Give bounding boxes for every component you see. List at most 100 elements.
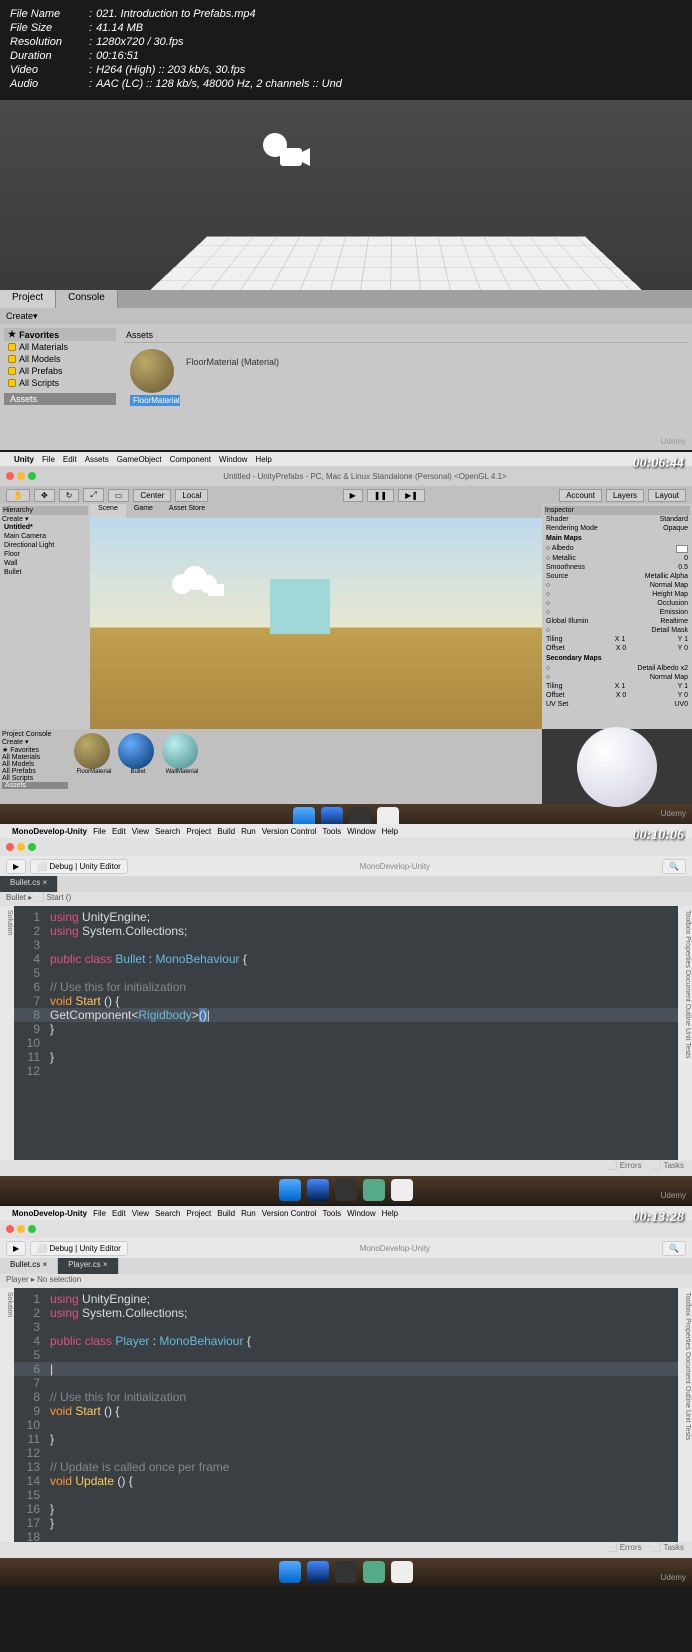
unity-scene-view[interactable] (0, 100, 692, 290)
center-toggle[interactable]: Center (133, 489, 171, 502)
dock-finder-icon[interactable] (279, 1179, 301, 1201)
hier-directional-light[interactable]: Directional Light (2, 541, 88, 550)
menu-edit[interactable]: Edit (112, 827, 126, 836)
smoothness-value[interactable]: 0.5 (678, 564, 688, 571)
maximize-button[interactable] (28, 843, 36, 851)
menu-window[interactable]: Window (219, 455, 247, 464)
code-line[interactable]: 4public class Bullet : MonoBehaviour { (14, 952, 678, 966)
metallic-value[interactable]: 0 (684, 555, 688, 562)
line-text[interactable] (50, 1320, 678, 1334)
render-mode-value[interactable]: Opaque (663, 525, 688, 532)
pad-toolbox[interactable]: Toolbox (684, 910, 691, 934)
pad-toolbox[interactable]: Toolbox (684, 1292, 691, 1316)
tasks-pad[interactable]: ⬜ Tasks (652, 1161, 685, 1175)
code-area-4[interactable]: 1using UnityEngine;2using System.Collect… (14, 1288, 678, 1542)
run-button[interactable]: ▶ (6, 859, 26, 874)
tree-item-2-3[interactable]: All Scripts (2, 775, 68, 782)
code-line[interactable]: 2using System.Collections; (14, 1306, 678, 1320)
tab-project-2[interactable]: Project (2, 731, 24, 738)
dock-safari-icon[interactable] (307, 1561, 329, 1583)
scene-view[interactable]: Scene Game Asset Store (90, 504, 542, 729)
normal-map-row[interactable]: ○ Normal Map (544, 581, 690, 590)
code-line[interactable]: 4public class Player : MonoBehaviour { (14, 1334, 678, 1348)
close-button[interactable] (6, 1225, 14, 1233)
minimize-button[interactable] (17, 472, 25, 480)
offset-y[interactable]: Y 0 (678, 645, 688, 652)
line-text[interactable]: } (50, 1432, 678, 1446)
tab-bullet-cs[interactable]: Bullet.cs × (0, 876, 58, 892)
pad-unit-tests[interactable]: Unit Tests (684, 1028, 691, 1059)
maximize-button[interactable] (28, 1225, 36, 1233)
code-line[interactable]: 17} (14, 1516, 678, 1530)
line-text[interactable] (50, 1348, 678, 1362)
menu-project[interactable]: Project (186, 827, 211, 836)
dock-unity-icon[interactable] (335, 1561, 357, 1583)
line-text[interactable]: using UnityEngine; (50, 910, 678, 924)
sidebar-solution[interactable]: Solution (0, 906, 14, 1160)
tiling-y[interactable]: Y 1 (678, 636, 688, 643)
errors-pad[interactable]: ⬜ Errors (608, 1543, 642, 1557)
menu-project[interactable]: Project (186, 1209, 211, 1218)
line-text[interactable] (50, 1446, 678, 1460)
tree-all-models[interactable]: All Models (4, 353, 116, 365)
scene-name[interactable]: Untitled* (2, 523, 88, 532)
dock-unity-icon[interactable] (335, 1179, 357, 1201)
code-line[interactable]: 12 (14, 1064, 678, 1078)
line-text[interactable]: using UnityEngine; (50, 1292, 678, 1306)
debug-config[interactable]: ⬜ Debug | Unity Editor (30, 859, 128, 874)
line-text[interactable]: } (50, 1050, 678, 1064)
asset-wall-material[interactable]: WallMaterial (162, 733, 202, 800)
scene-cube[interactable] (270, 579, 330, 634)
material-asset[interactable]: FloorMaterial (130, 349, 180, 406)
asset-floor-material[interactable]: FloorMaterial (74, 733, 114, 800)
menu-help[interactable]: Help (382, 827, 398, 836)
code-line[interactable]: 18 (14, 1530, 678, 1544)
hierarchy-create[interactable]: Create ▾ (2, 515, 88, 523)
dock-safari-icon[interactable] (307, 1179, 329, 1201)
asset-bullet[interactable]: Bullet (118, 733, 158, 800)
errors-pad[interactable]: ⬜ Errors (608, 1161, 642, 1175)
tiling2-x[interactable]: X 1 (615, 683, 626, 690)
code-line[interactable]: 10 (14, 1418, 678, 1432)
close-button[interactable] (6, 472, 14, 480)
close-button[interactable] (6, 843, 14, 851)
breadcrumb-4[interactable]: Player ▸ No selection (0, 1274, 692, 1288)
menu-build[interactable]: Build (217, 827, 235, 836)
code-line[interactable]: 13 // Update is called once per frame (14, 1460, 678, 1474)
menu-help[interactable]: Help (255, 455, 271, 464)
search-box[interactable]: 🔍 (662, 1241, 686, 1256)
uvset-value[interactable]: UV0 (674, 701, 688, 708)
minimize-button[interactable] (17, 843, 25, 851)
run-button[interactable]: ▶ (6, 1241, 26, 1256)
account-dropdown[interactable]: Account (559, 489, 602, 502)
tab-game[interactable]: Game (126, 504, 161, 518)
code-line[interactable]: 2using System.Collections; (14, 924, 678, 938)
line-text[interactable] (50, 938, 678, 952)
favorites-2[interactable]: ★ Favorites (2, 746, 68, 754)
assets-folder[interactable]: Assets (4, 393, 116, 405)
create-2[interactable]: Create ▾ (2, 738, 68, 746)
tree-item-2-2[interactable]: All Prefabs (2, 768, 68, 775)
menu-assets[interactable]: Assets (85, 455, 109, 464)
shader-value[interactable]: Standard (660, 516, 688, 523)
code-area[interactable]: 1using UnityEngine;2using System.Collect… (14, 906, 678, 1160)
dock-trash-icon[interactable] (391, 1561, 413, 1583)
line-text[interactable]: void Start () { (50, 994, 678, 1008)
offset-x[interactable]: X 0 (616, 645, 627, 652)
menu-monodevelop[interactable]: MonoDevelop-Unity (12, 827, 87, 836)
line-text[interactable] (50, 1488, 678, 1502)
menu-version-control[interactable]: Version Control (262, 1209, 317, 1218)
local-toggle[interactable]: Local (175, 489, 208, 502)
tab-player-cs[interactable]: Player.cs × (58, 1258, 118, 1274)
menu-run[interactable]: Run (241, 1209, 256, 1218)
pad-unit-tests[interactable]: Unit Tests (684, 1410, 691, 1441)
code-line[interactable]: 1using UnityEngine; (14, 910, 678, 924)
line-text[interactable]: } (50, 1022, 678, 1036)
menu-help[interactable]: Help (382, 1209, 398, 1218)
menu-version-control[interactable]: Version Control (262, 827, 317, 836)
code-line[interactable]: 3 (14, 1320, 678, 1334)
layout-dropdown[interactable]: Layout (648, 489, 686, 502)
line-text[interactable]: void Start () { (50, 1404, 678, 1418)
normal-map-2-row[interactable]: ○ Normal Map (544, 673, 690, 682)
tab-project[interactable]: Project (0, 290, 56, 308)
